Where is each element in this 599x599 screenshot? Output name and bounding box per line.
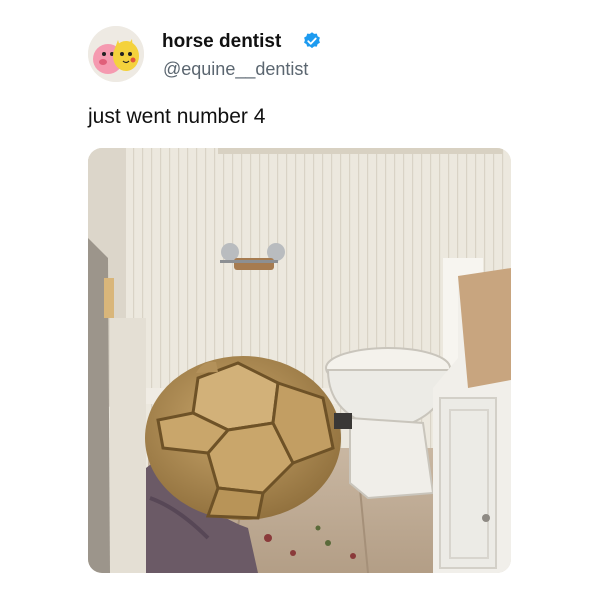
username-handle[interactable]: @equine__dentist — [163, 59, 308, 80]
avatar[interactable] — [88, 26, 144, 82]
verified-badge-icon — [304, 32, 320, 49]
display-name[interactable]: horse dentist — [162, 31, 281, 53]
tweet-text: just went number 4 — [88, 105, 266, 128]
tortoise-bathroom-photo — [88, 148, 511, 573]
avatar-illustration — [88, 26, 144, 82]
tweet-photo[interactable] — [88, 148, 511, 573]
